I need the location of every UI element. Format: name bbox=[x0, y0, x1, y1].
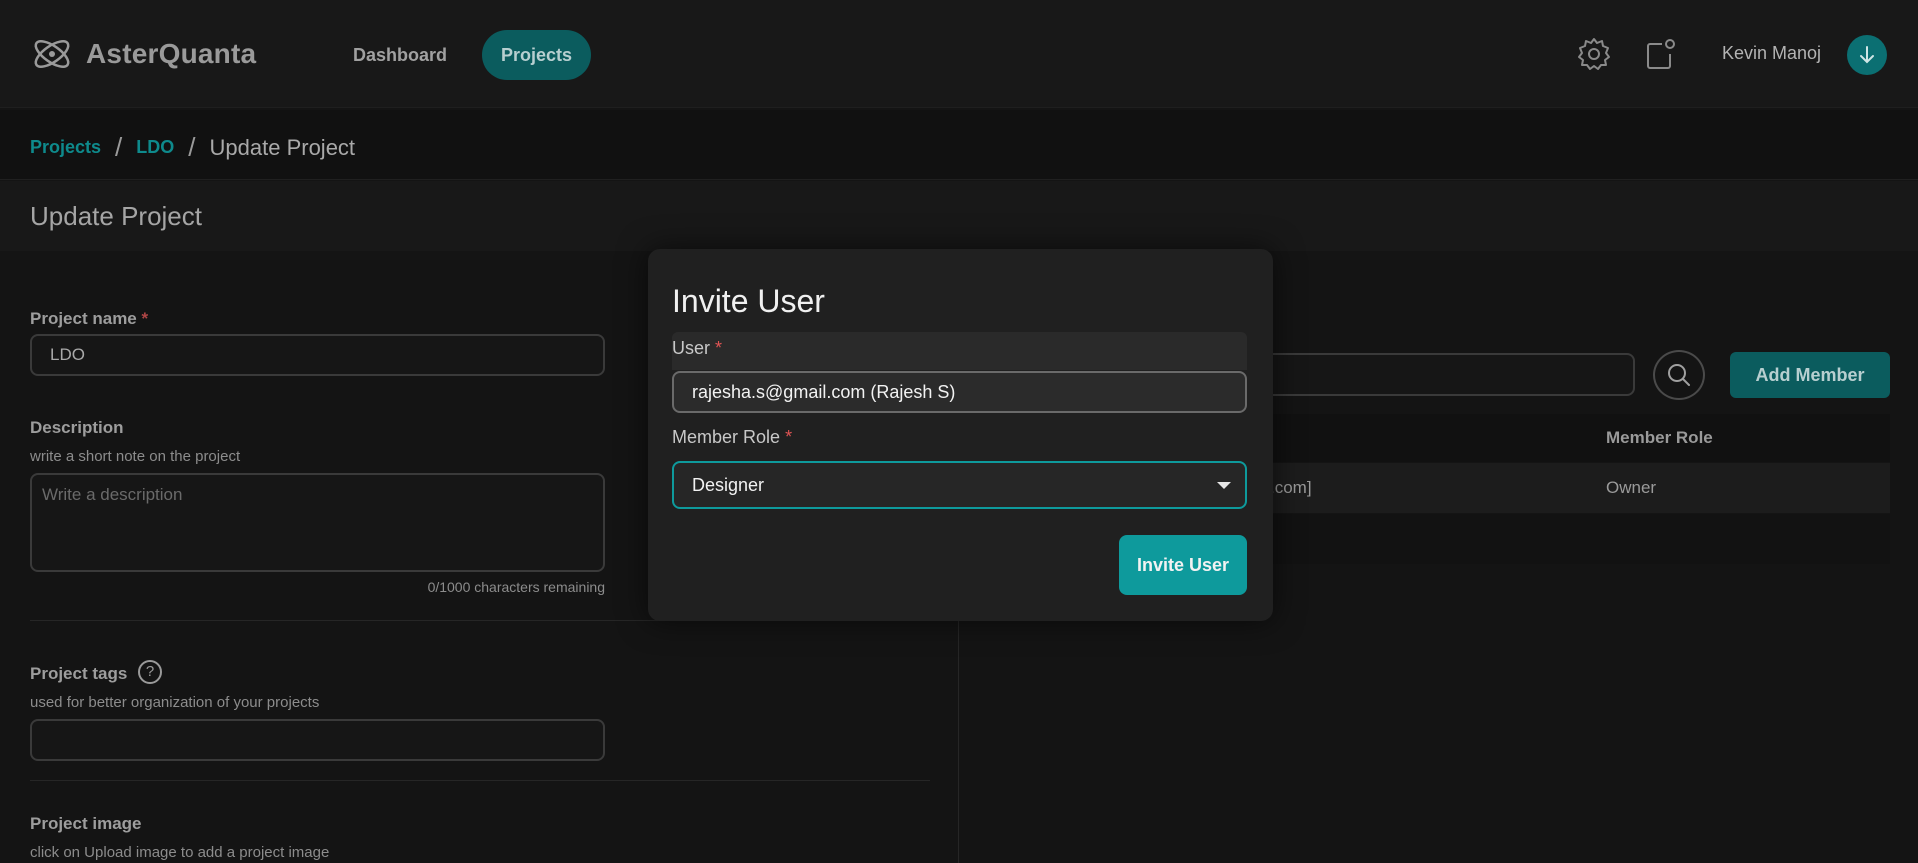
project-image-hint: click on Upload image to add a project i… bbox=[30, 844, 330, 861]
search-icon bbox=[1668, 364, 1690, 386]
breadcrumb-projects[interactable]: Projects bbox=[30, 137, 101, 158]
top-navigation-bar: AsterQuanta Dashboard Projects Kevin Man… bbox=[0, 0, 1918, 108]
member-user-cell: .com] bbox=[1270, 478, 1312, 497]
modal-title: Invite User bbox=[672, 283, 825, 319]
project-name-label-text: Project name bbox=[30, 309, 137, 328]
invite-user-button[interactable]: Invite User bbox=[1119, 535, 1247, 595]
asterquanta-logo-icon bbox=[34, 40, 70, 68]
nav-dashboard[interactable]: Dashboard bbox=[334, 30, 466, 80]
user-label-text: User bbox=[672, 338, 711, 358]
table-footer bbox=[1250, 514, 1890, 564]
gear-icon[interactable] bbox=[1576, 36, 1612, 72]
user-label: User * bbox=[672, 338, 722, 359]
notification-icon[interactable] bbox=[1642, 36, 1678, 72]
description-textarea[interactable]: Write a description bbox=[30, 473, 605, 572]
required-marker: * bbox=[715, 338, 723, 358]
section-divider bbox=[30, 780, 930, 781]
breadcrumb: Projects / LDO / Update Project bbox=[30, 132, 355, 163]
brand-name: AsterQuanta bbox=[86, 38, 257, 69]
required-marker: * bbox=[141, 309, 149, 328]
member-search-input[interactable] bbox=[1250, 353, 1635, 396]
description-hint: write a short note on the project bbox=[30, 448, 241, 465]
breadcrumb-current: Update Project bbox=[209, 134, 356, 160]
project-name-label: Project name * bbox=[30, 309, 148, 329]
page-title-bar: Update Project bbox=[0, 181, 1918, 251]
column-member-role: Member Role bbox=[1606, 428, 1713, 447]
breadcrumb-project[interactable]: LDO bbox=[136, 137, 174, 158]
project-image-label: Project image bbox=[30, 814, 142, 833]
table-row[interactable]: .com] Owner bbox=[1250, 463, 1890, 513]
member-search-button[interactable] bbox=[1653, 350, 1705, 400]
page-title: Update Project bbox=[30, 201, 202, 231]
member-role-selected-value: Designer bbox=[692, 475, 765, 495]
project-tags-input[interactable] bbox=[30, 719, 605, 761]
arrow-down-icon bbox=[1860, 46, 1874, 64]
invite-user-modal: Invite User User * rajesha.s@gmail.com (… bbox=[648, 249, 1273, 621]
description-label: Description bbox=[30, 418, 124, 437]
member-role-label: Member Role * bbox=[672, 427, 792, 448]
member-role-select[interactable]: Designer bbox=[672, 461, 1247, 509]
description-char-counter: 0/1000 characters remaining bbox=[427, 579, 605, 595]
breadcrumb-bar: Projects / LDO / Update Project bbox=[0, 110, 1918, 180]
nav-projects[interactable]: Projects bbox=[482, 30, 592, 80]
member-role-cell: Owner bbox=[1606, 478, 1657, 497]
add-member-button[interactable]: Add Member bbox=[1730, 352, 1890, 398]
project-tags-label: Project tags bbox=[30, 664, 128, 683]
help-icon[interactable]: ? bbox=[138, 660, 162, 684]
brand-logo[interactable]: AsterQuanta bbox=[28, 30, 256, 78]
chevron-down-icon bbox=[1217, 482, 1231, 489]
user-input[interactable]: rajesha.s@gmail.com (Rajesh S) bbox=[672, 371, 1247, 413]
breadcrumb-separator: / bbox=[115, 132, 123, 162]
members-table-header: Member Role bbox=[1250, 414, 1890, 462]
member-role-label-text: Member Role bbox=[672, 427, 781, 447]
project-tags-hint: used for better organization of your pro… bbox=[30, 694, 320, 711]
user-name[interactable]: Kevin Manoj bbox=[1722, 43, 1821, 64]
project-name-input[interactable]: LDO bbox=[30, 334, 605, 376]
required-marker: * bbox=[785, 427, 793, 447]
avatar[interactable] bbox=[1847, 35, 1887, 75]
breadcrumb-separator: / bbox=[188, 132, 196, 162]
user-label-wrapper: User * bbox=[672, 332, 1247, 370]
